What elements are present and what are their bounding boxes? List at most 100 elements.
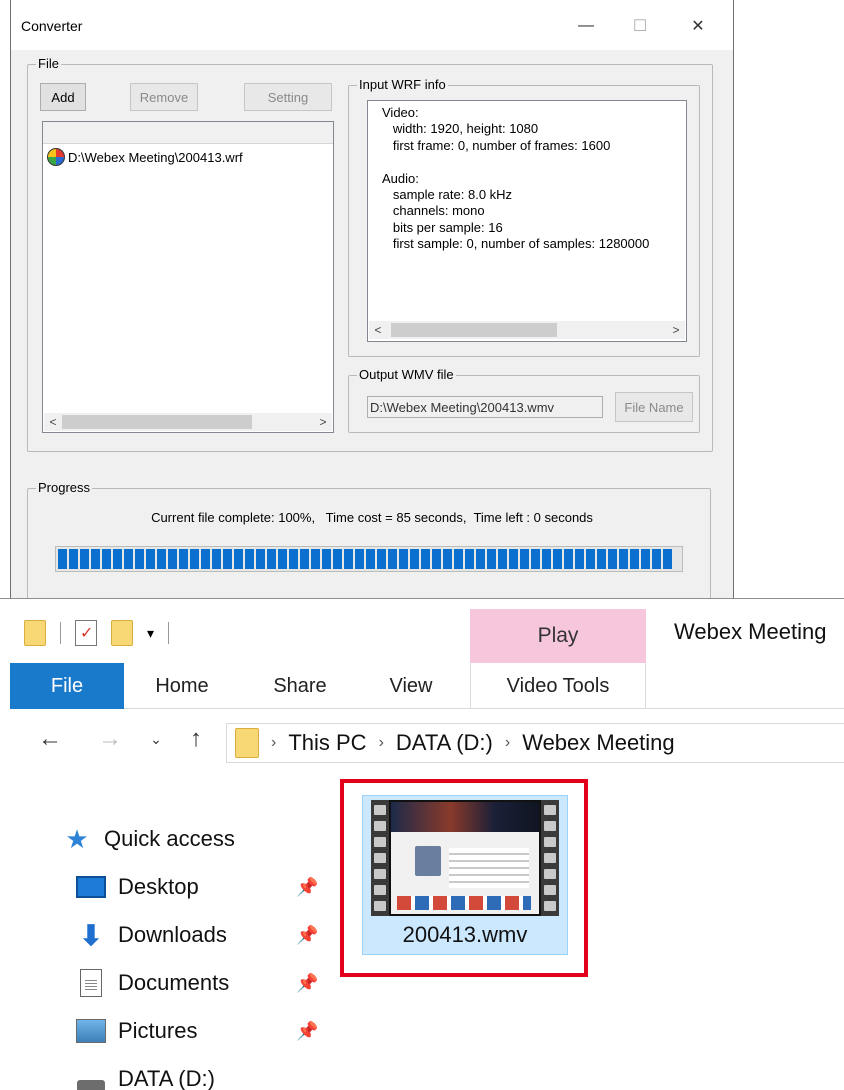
contextual-tab-play[interactable]: Play [470, 609, 646, 663]
progress-segment [289, 549, 298, 569]
highlight-annotation [340, 779, 588, 977]
customize-toolbar-icon[interactable]: ▾ [147, 625, 154, 642]
progress-segment [179, 549, 188, 569]
progress-segment [300, 549, 309, 569]
progress-segment [212, 549, 221, 569]
pin-icon: 📌 [296, 972, 319, 993]
nav-item-documents[interactable]: Documents 📌 [0, 963, 330, 1003]
nav-item-quick-access[interactable]: ★ Quick access [0, 819, 330, 859]
pin-icon: 📌 [296, 876, 319, 897]
remove-button[interactable]: Remove [130, 83, 198, 111]
recent-locations-icon[interactable]: ⌄ [142, 721, 170, 757]
progress-segment [619, 549, 628, 569]
tab-home[interactable]: Home [140, 663, 224, 709]
wrf-info-box[interactable]: Video: width: 1920, height: 1080 first f… [367, 100, 687, 342]
progress-label: Progress [36, 480, 93, 496]
nav-item-desktop[interactable]: Desktop 📌 [0, 867, 330, 907]
progress-segment [311, 549, 320, 569]
tab-view[interactable]: View [376, 663, 446, 709]
output-path-field[interactable]: D:\Webex Meeting\200413.wmv [367, 396, 603, 418]
progress-segment [223, 549, 232, 569]
progress-segment [190, 549, 199, 569]
file-name-button[interactable]: File Name [615, 392, 693, 422]
progress-status-text: Current file complete: 100%, Time cost =… [151, 510, 593, 525]
progress-segment [388, 549, 397, 569]
progress-segment [69, 549, 78, 569]
back-arrow-icon[interactable]: ← [30, 721, 70, 757]
progress-segment [157, 549, 166, 569]
breadcrumb-data-drive[interactable]: DATA (D:) [396, 730, 493, 756]
list-item[interactable]: D:\Webex Meeting\200413.wrf [47, 148, 243, 166]
chevron-right-icon[interactable]: › [379, 734, 384, 752]
progress-segment [410, 549, 419, 569]
progress-segment [168, 549, 177, 569]
forward-arrow-icon[interactable]: → [90, 721, 130, 757]
breadcrumb-this-pc[interactable]: This PC [288, 730, 366, 756]
folder-icon[interactable] [24, 620, 46, 646]
star-icon: ★ [65, 823, 89, 854]
file-path: D:\Webex Meeting\200413.wrf [68, 149, 243, 165]
breadcrumb[interactable]: › This PC › DATA (D:) › Webex Meeting [226, 723, 844, 763]
progress-segment [487, 549, 496, 569]
address-row: ← → ⌄ ↑ › This PC › DATA (D:) › Webex Me… [0, 709, 844, 769]
scroll-left-icon[interactable]: < [369, 321, 387, 339]
maximize-button[interactable]: ☐ [617, 10, 663, 42]
progress-segment [91, 549, 100, 569]
progress-segment [245, 549, 254, 569]
progress-segment [553, 549, 562, 569]
download-arrow-icon: ⬇ [79, 919, 103, 951]
progress-segment [443, 549, 452, 569]
properties-icon[interactable] [75, 620, 97, 646]
toolbar-divider [60, 622, 61, 644]
nav-item-data-drive[interactable]: DATA (D:) [0, 1059, 330, 1090]
progress-group: Progress [27, 480, 711, 599]
scroll-thumb[interactable] [62, 415, 252, 429]
new-folder-icon[interactable] [111, 620, 133, 646]
close-button[interactable]: ✕ [675, 10, 721, 42]
progress-segment [520, 549, 529, 569]
progress-segment [146, 549, 155, 569]
wrf-info-text: Video: width: 1920, height: 1080 first f… [382, 105, 650, 252]
progress-segment [234, 549, 243, 569]
breadcrumb-webex-meeting[interactable]: Webex Meeting [522, 730, 674, 756]
scroll-right-icon[interactable]: > [314, 413, 332, 431]
setting-button[interactable]: Setting [244, 83, 332, 111]
window-title: Converter [21, 18, 83, 34]
nav-item-downloads[interactable]: ⬇ Downloads 📌 [0, 915, 330, 955]
file-list-scrollbar[interactable]: < > [44, 413, 332, 431]
toolbar-divider [168, 622, 170, 644]
progress-segment [124, 549, 133, 569]
output-wmv-label: Output WMV file [357, 367, 456, 383]
minimize-button[interactable]: — [563, 10, 609, 42]
wrf-info-scrollbar[interactable]: < > [369, 321, 685, 339]
scroll-left-icon[interactable]: < [44, 413, 62, 431]
progress-segment [663, 549, 672, 569]
progress-segment [355, 549, 364, 569]
file-list[interactable]: D:\Webex Meeting\200413.wrf < > [42, 121, 334, 433]
scroll-right-icon[interactable]: > [667, 321, 685, 339]
progress-segment [102, 549, 111, 569]
file-explorer-window: ▾ Play Webex Meeting File Home Share Vie… [0, 598, 844, 1090]
nav-item-label: Documents [118, 970, 230, 995]
chevron-right-icon[interactable]: › [505, 734, 510, 752]
nav-item-pictures[interactable]: Pictures 📌 [0, 1011, 330, 1051]
up-arrow-icon[interactable]: ↑ [176, 721, 216, 757]
progress-segment [278, 549, 287, 569]
title-bar: Converter — ☐ ✕ [11, 0, 733, 50]
progress-segment [344, 549, 353, 569]
progress-segment [432, 549, 441, 569]
progress-segment [201, 549, 210, 569]
wrf-file-icon [47, 148, 65, 166]
progress-segment [113, 549, 122, 569]
tab-share[interactable]: Share [260, 663, 340, 709]
add-button[interactable]: Add [40, 83, 86, 111]
tab-file[interactable]: File [10, 663, 124, 709]
tab-video-tools[interactable]: Video Tools [470, 663, 646, 709]
progress-segment [542, 549, 551, 569]
progress-segment [454, 549, 463, 569]
progress-segment [597, 549, 606, 569]
progress-segment [641, 549, 650, 569]
chevron-right-icon[interactable]: › [271, 734, 276, 752]
progress-segment [608, 549, 617, 569]
scroll-thumb[interactable] [391, 323, 557, 337]
